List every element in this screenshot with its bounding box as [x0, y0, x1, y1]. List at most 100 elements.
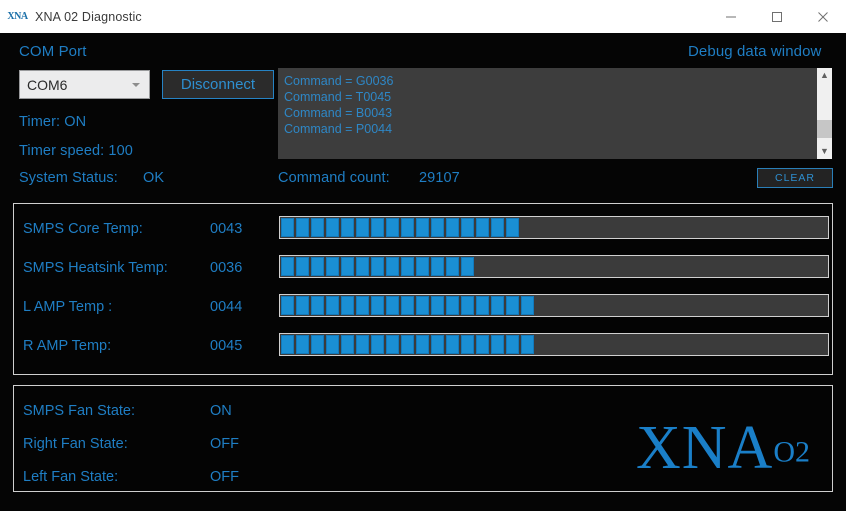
scrollbar-track[interactable]	[817, 83, 832, 144]
progress-segment	[431, 335, 444, 354]
fan-state-panel: Left Fan State: OFF Right Fan State: OFF SMP…	[13, 385, 833, 492]
close-icon	[818, 11, 828, 22]
clear-button[interactable]: CLEAR	[757, 168, 833, 188]
debug-data-textbox[interactable]: Command = G0036 Command = T0045 Command = …	[278, 68, 830, 159]
progress-segment	[461, 218, 474, 237]
fan-state-label: Right Fan State:	[23, 436, 128, 452]
progress-segment	[401, 257, 414, 276]
chevron-up-icon[interactable]: ▲	[817, 68, 832, 83]
progress-segment	[296, 335, 309, 354]
progress-segment	[461, 257, 474, 276]
progress-segment	[446, 218, 459, 237]
progress-segment	[461, 335, 474, 354]
progress-segment	[476, 296, 489, 315]
progress-segment	[356, 296, 369, 315]
minimize-icon	[726, 16, 736, 17]
progress-segment	[296, 257, 309, 276]
progress-segment	[281, 257, 294, 276]
debug-line: Command = P0044	[284, 122, 393, 136]
chevron-down-icon	[132, 82, 140, 87]
progress-segment	[326, 257, 339, 276]
temperature-row: R AMP Temp: 0045	[14, 329, 832, 368]
temperature-panel: SMPS Core Temp: 0043 SMPS Heatsink Temp: 00…	[13, 203, 833, 375]
progress-segment	[521, 296, 534, 315]
xna-logo: XNAO2	[636, 417, 810, 479]
temperature-progress-bar	[279, 294, 829, 317]
progress-segment	[311, 296, 324, 315]
progress-segment	[506, 218, 519, 237]
progress-segment	[521, 335, 534, 354]
fan-state-value: ON	[210, 403, 232, 419]
minimize-button[interactable]	[708, 0, 754, 33]
temperature-row: SMPS Core Temp: 0043	[14, 212, 832, 251]
temperature-row: L AMP Temp : 0044	[14, 290, 832, 329]
temperature-value: 0045	[210, 338, 243, 354]
progress-segment	[491, 218, 504, 237]
progress-segment	[356, 218, 369, 237]
progress-segment	[416, 218, 429, 237]
progress-segments	[281, 335, 534, 354]
temperature-progress-bar	[279, 216, 829, 239]
progress-segment	[446, 257, 459, 276]
progress-segment	[371, 335, 384, 354]
temperature-progress-bar	[279, 255, 829, 278]
fan-state-label: SMPS Fan State:	[23, 403, 136, 419]
progress-segment	[431, 296, 444, 315]
window-controls	[708, 0, 846, 33]
progress-segment	[281, 218, 294, 237]
progress-segment	[431, 257, 444, 276]
progress-segment	[371, 218, 384, 237]
progress-segment	[356, 335, 369, 354]
temperature-value: 0044	[210, 299, 243, 315]
progress-segment	[386, 257, 399, 276]
com-port-select[interactable]: COM6	[19, 70, 150, 99]
progress-segment	[386, 218, 399, 237]
progress-segment	[416, 335, 429, 354]
fan-state-value: OFF	[210, 469, 239, 485]
temperature-value: 0036	[210, 260, 243, 276]
debug-scrollbar[interactable]: ▲ ▼	[817, 68, 832, 159]
timer-speed-label: Timer speed: 100	[19, 143, 133, 159]
temperature-progress-bar	[279, 333, 829, 356]
progress-segment	[341, 257, 354, 276]
progress-segment	[341, 335, 354, 354]
progress-segment	[281, 335, 294, 354]
system-status-value: OK	[143, 170, 165, 186]
progress-segment	[401, 296, 414, 315]
chevron-down-icon[interactable]: ▼	[817, 144, 832, 159]
temperature-label: L AMP Temp :	[23, 299, 113, 315]
maximize-icon	[772, 11, 782, 22]
progress-segment	[311, 218, 324, 237]
title-bar: XNA XNA 02 Diagnostic	[0, 0, 846, 33]
debug-line-list: Command = G0036 Command = T0045 Command = …	[278, 68, 830, 137]
system-status-label: System Status:	[19, 170, 118, 186]
com-port-selected-value: COM6	[27, 76, 68, 93]
temperature-label: R AMP Temp:	[23, 338, 112, 354]
progress-segment	[416, 296, 429, 315]
close-button[interactable]	[800, 0, 846, 33]
progress-segment	[506, 335, 519, 354]
progress-segment	[476, 335, 489, 354]
progress-segment	[491, 335, 504, 354]
debug-line: Command = T0045	[284, 90, 392, 104]
progress-segment	[296, 218, 309, 237]
maximize-button[interactable]	[754, 0, 800, 33]
com-port-heading: COM Port	[19, 43, 87, 60]
progress-segment	[476, 218, 489, 237]
progress-segment	[296, 296, 309, 315]
progress-segment	[371, 257, 384, 276]
disconnect-button[interactable]: Disconnect	[162, 70, 274, 99]
progress-segment	[416, 257, 429, 276]
progress-segment	[401, 335, 414, 354]
debug-line: Command = G0036	[284, 74, 394, 88]
progress-segments	[281, 296, 534, 315]
window-title: XNA 02 Diagnostic	[35, 9, 142, 24]
command-count-value: 29107	[419, 170, 460, 186]
progress-segment	[326, 335, 339, 354]
progress-segments	[281, 218, 519, 237]
progress-segment	[446, 296, 459, 315]
scrollbar-thumb[interactable]	[817, 120, 832, 138]
app-window: XNA XNA 02 Diagnostic COM Port Debug dat…	[0, 0, 846, 511]
xna-app-icon: XNA	[7, 10, 28, 22]
xna-logo-main: XNA	[636, 414, 774, 482]
